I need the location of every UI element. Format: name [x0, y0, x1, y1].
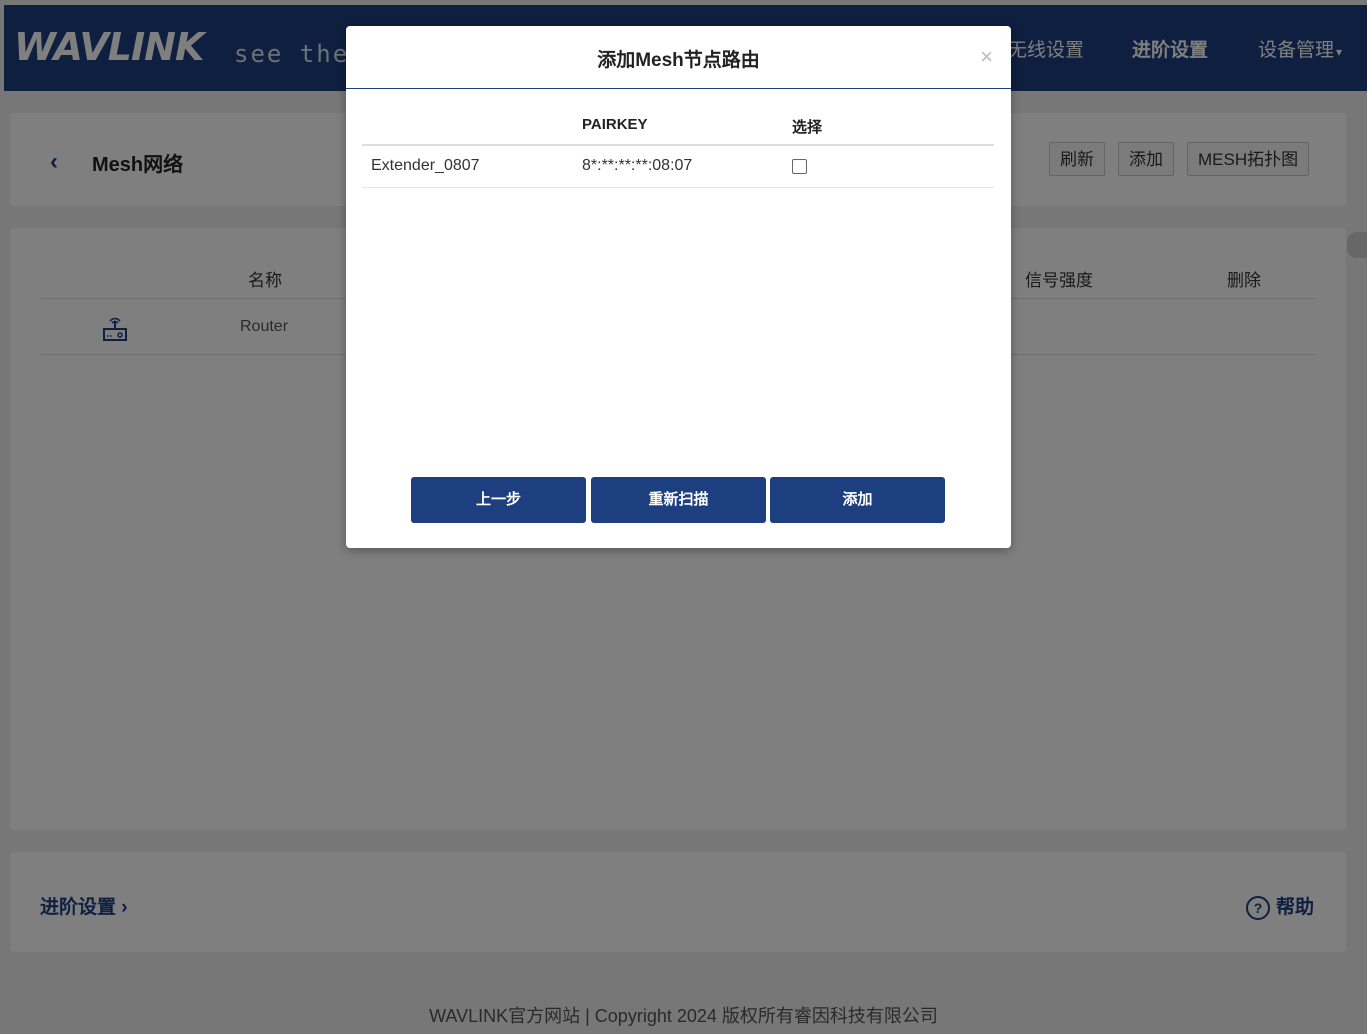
dialog-title: 添加Mesh节点路由 [597, 50, 760, 71]
add-mesh-node-dialog: 添加Mesh节点路由 × PAIRKEY 选择 Extender_0807 8*… [346, 26, 1011, 548]
extender-name-cell: Extender_0807 [371, 157, 480, 174]
select-extender-checkbox[interactable] [792, 159, 807, 174]
previous-step-button[interactable]: 上一步 [411, 477, 586, 523]
close-icon[interactable]: × [980, 44, 993, 70]
dialog-header: 添加Mesh节点路由 × [346, 26, 1011, 89]
dialog-table-row-divider [362, 187, 994, 188]
rescan-button[interactable]: 重新扫描 [591, 477, 766, 523]
column-header-pairkey: PAIRKEY [582, 116, 648, 133]
add-button[interactable]: 添加 [770, 477, 945, 523]
dialog-table-header-divider [362, 144, 994, 146]
extender-pairkey-cell: 8*:**:**:**:08:07 [582, 157, 693, 174]
column-header-select: 选择 [792, 119, 823, 136]
